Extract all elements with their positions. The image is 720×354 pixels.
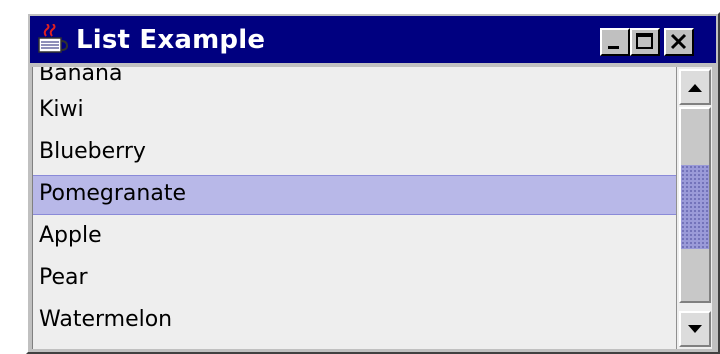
list-item[interactable]: Apple: [33, 217, 677, 257]
maximize-button[interactable]: [630, 28, 660, 56]
close-button[interactable]: [664, 28, 694, 56]
scroll-up-button[interactable]: [679, 69, 711, 105]
app-window: List Example Banana Kiwi Blueberry Pomeg…: [26, 12, 720, 354]
list-item[interactable]: Blueberry: [33, 133, 677, 173]
list-item[interactable]: Pomegranate: [33, 175, 677, 215]
list-item[interactable]: Watermelon: [33, 301, 677, 341]
fruit-list[interactable]: Banana Kiwi Blueberry Pomegranate Apple Pear W…: [32, 67, 677, 349]
scroll-thumb-grip: [681, 165, 709, 249]
list-item[interactable]: Pear: [33, 259, 677, 299]
scroll-down-button[interactable]: [679, 311, 711, 347]
minimize-button[interactable]: [600, 28, 630, 56]
scroll-thumb[interactable]: [679, 107, 711, 303]
title-bar[interactable]: List Example: [30, 16, 716, 63]
list-item[interactable]: Kiwi: [33, 91, 677, 131]
window-title: List Example: [76, 25, 266, 55]
vertical-scrollbar[interactable]: [676, 67, 712, 349]
java-coffee-cup-icon: [36, 23, 69, 56]
